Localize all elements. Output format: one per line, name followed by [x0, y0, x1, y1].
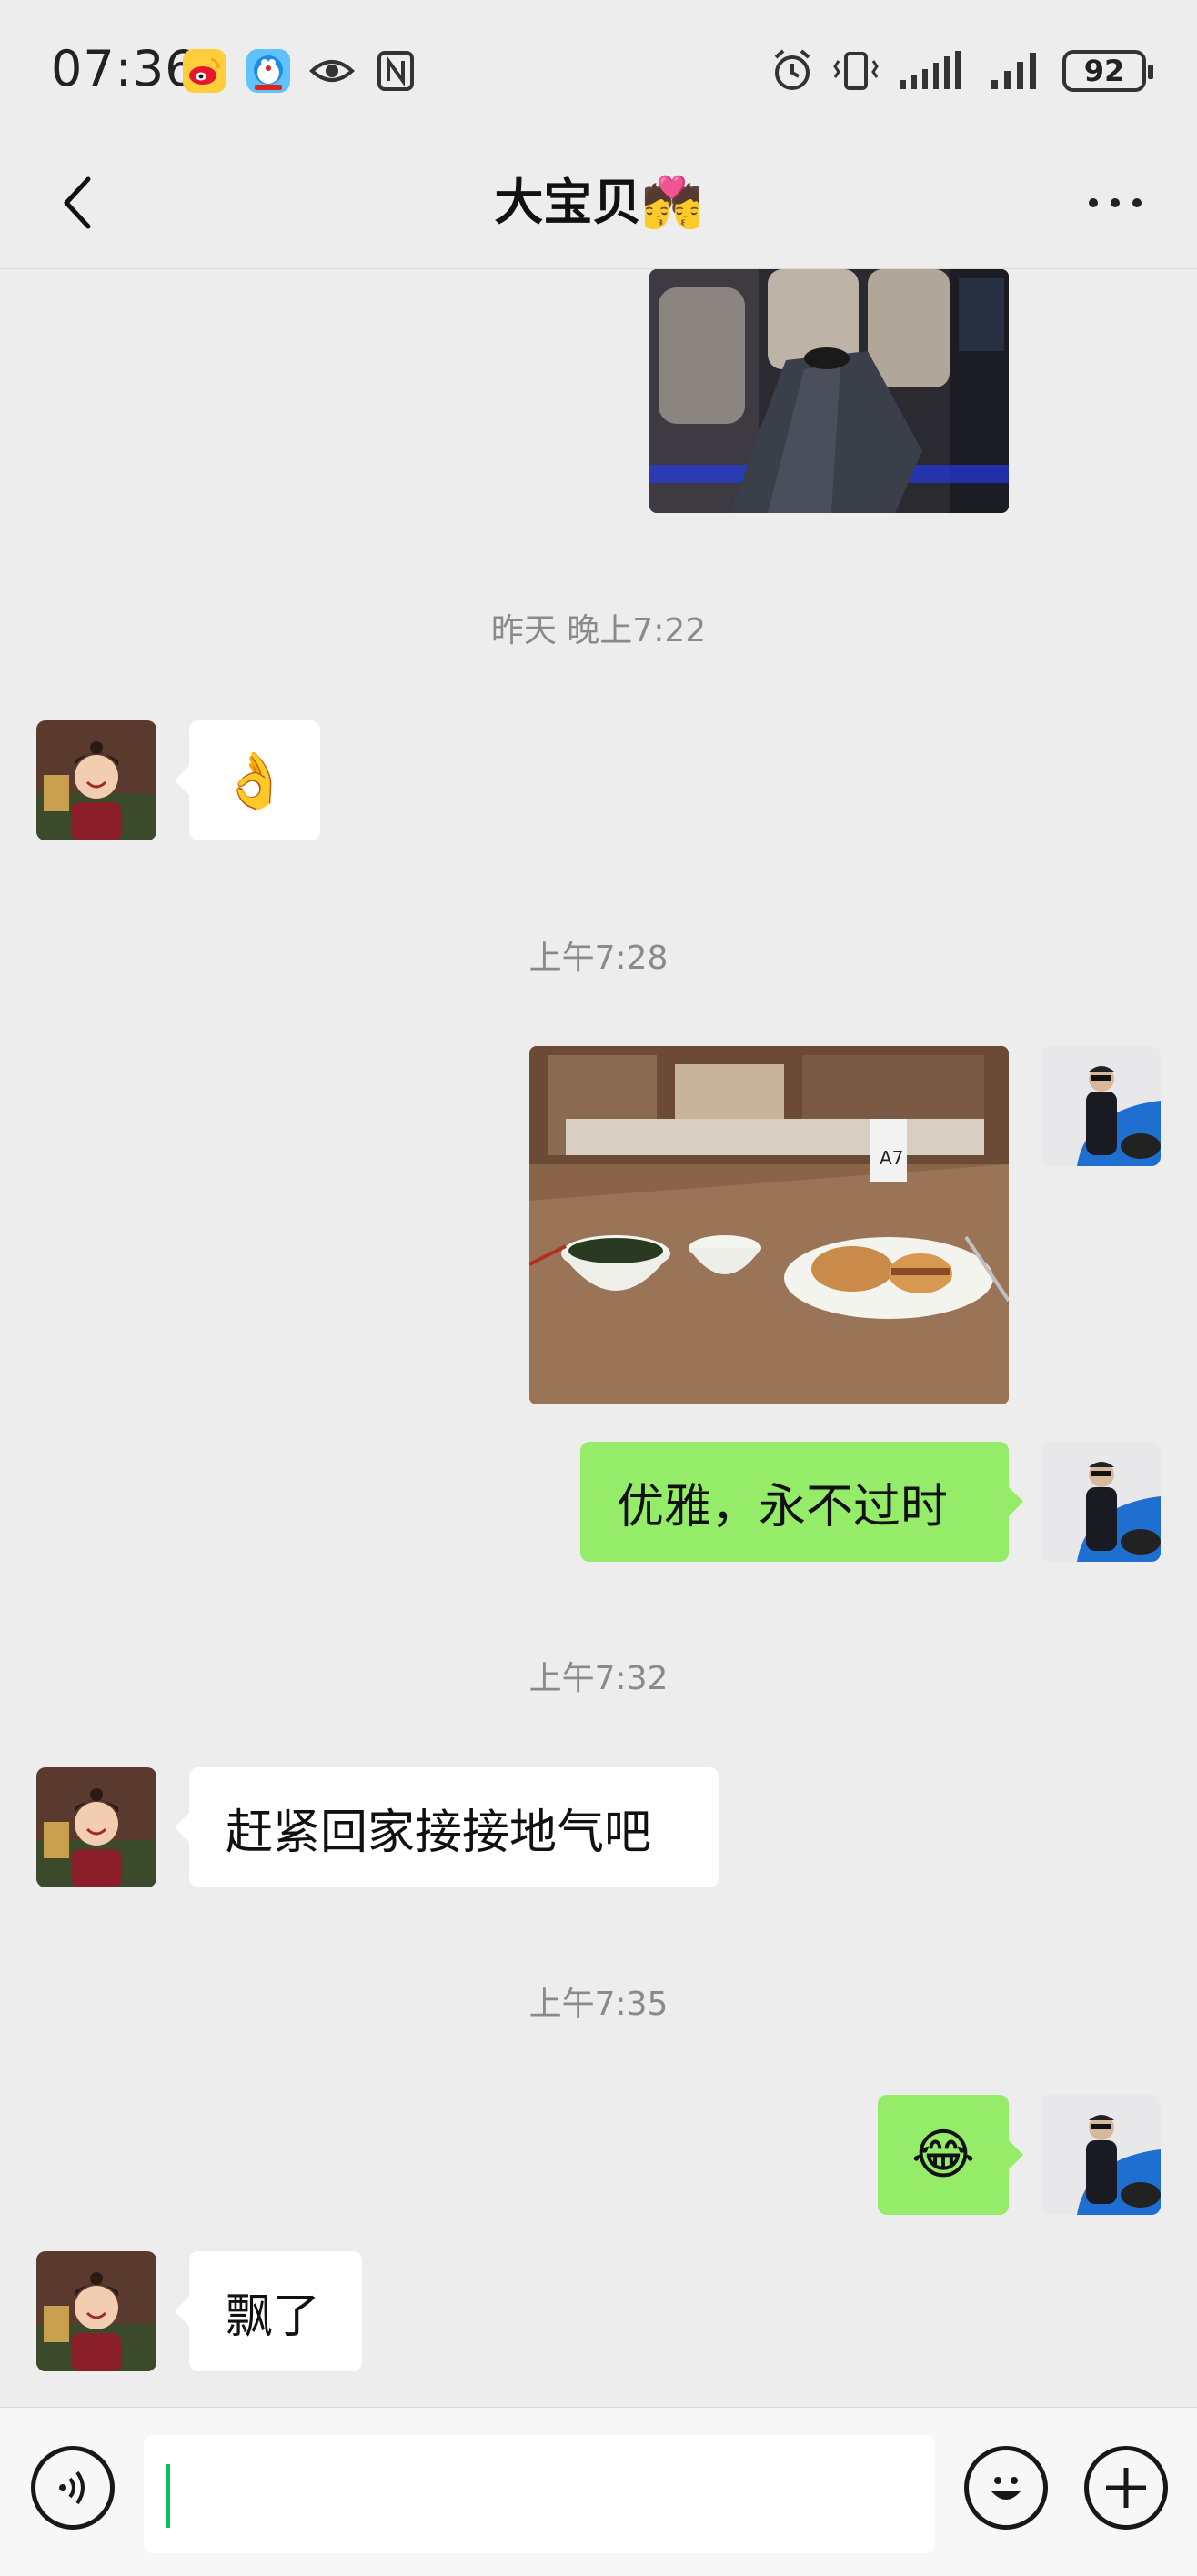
more-dot-icon — [1111, 198, 1120, 207]
my-avatar[interactable] — [1041, 2095, 1161, 2215]
status-time: 07:36 — [51, 40, 197, 97]
voice-icon — [59, 2470, 85, 2505]
timestamp: 上午7:35 — [528, 1986, 669, 2023]
contact-avatar[interactable] — [36, 720, 156, 840]
message-text: 赶紧回家接接地气吧 — [226, 1805, 652, 1860]
more-functions-button[interactable] — [1084, 2446, 1168, 2530]
message-input[interactable] — [144, 2435, 935, 2553]
avatar-image — [36, 1767, 156, 1887]
message-text: 飘了 — [226, 2289, 321, 2344]
weibo-icon — [183, 49, 226, 93]
battery-indicator: 92 — [1062, 50, 1153, 92]
status-app-icons — [182, 45, 418, 96]
svg-text:A7: A7 — [880, 1147, 903, 1169]
timestamp: 上午7:28 — [528, 940, 669, 977]
avatar-image — [1041, 1442, 1161, 1562]
more-dot-icon — [1132, 198, 1142, 207]
chat-messages[interactable]: 昨天 晚上7:22 👌 上午7:28 A7 优雅，永不过时 上午7:32 赶紧回… — [0, 269, 1197, 2407]
avatar-image — [36, 720, 156, 840]
smiley-icon — [991, 2477, 1021, 2500]
message-bubble-outgoing[interactable]: 😂 — [878, 2095, 1023, 2215]
plus-icon — [1106, 2468, 1146, 2508]
image-message-car-seat[interactable] — [649, 269, 1009, 513]
message-emoji: 😂 — [910, 2123, 976, 2187]
message-emoji: 👌 — [220, 749, 289, 813]
vibrate-icon — [833, 52, 879, 90]
message-bubble-incoming[interactable]: 赶紧回家接接地气吧 — [175, 1767, 719, 1887]
nfc-icon — [377, 51, 414, 91]
timestamp: 上午7:32 — [528, 1660, 669, 1697]
title-bar: 大宝贝💏 — [0, 136, 1197, 269]
breakfast-photo: A7 — [529, 1046, 1009, 1404]
message-text: 优雅，永不过时 — [617, 1479, 949, 1535]
alarm-icon — [774, 49, 810, 90]
message-bubble-incoming[interactable]: 👌 — [175, 720, 320, 840]
contact-avatar[interactable] — [36, 1767, 156, 1887]
car-seat-photo — [649, 269, 1009, 513]
avatar-image — [36, 2251, 156, 2371]
more-dot-icon — [1089, 198, 1098, 207]
more-options-button[interactable] — [1070, 162, 1161, 244]
text-caret — [166, 2464, 170, 2528]
voice-input-button[interactable] — [31, 2446, 115, 2530]
input-bar — [0, 2407, 1197, 2576]
contact-avatar[interactable] — [36, 2251, 156, 2371]
my-avatar[interactable] — [1041, 1046, 1161, 1166]
signal-icon — [991, 53, 1036, 89]
avatar-image — [1041, 2095, 1161, 2215]
emoji-button[interactable] — [964, 2446, 1048, 2530]
timestamp: 昨天 晚上7:22 — [490, 612, 707, 649]
message-bubble-outgoing[interactable]: 优雅，永不过时 — [580, 1442, 1023, 1562]
my-avatar[interactable] — [1041, 1442, 1161, 1562]
doraemon-app-icon — [246, 49, 290, 93]
signal-icon — [900, 51, 961, 89]
status-right: 92 — [771, 44, 1153, 98]
message-bubble-incoming[interactable]: 飘了 — [175, 2251, 362, 2371]
avatar-image — [1041, 1046, 1161, 1166]
chat-title: 大宝贝💏 — [494, 174, 703, 231]
eye-icon — [309, 60, 355, 82]
status-bar: 07:36 92 — [0, 0, 1197, 136]
image-message-breakfast[interactable]: A7 — [529, 1046, 1009, 1404]
